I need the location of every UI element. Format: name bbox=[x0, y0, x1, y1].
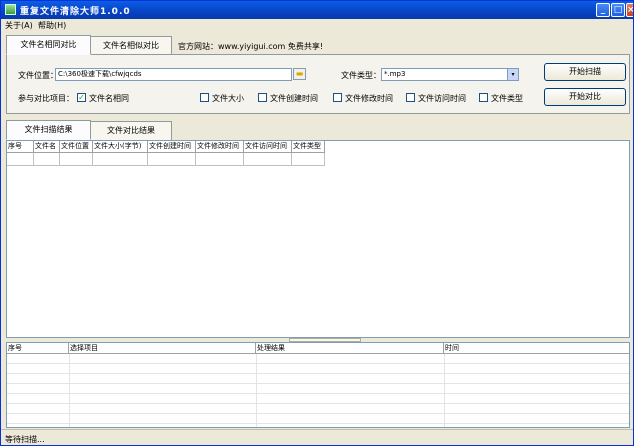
status-bar: 等待扫描... bbox=[1, 429, 633, 445]
column-header-size[interactable]: 文件大小(字节) bbox=[93, 141, 148, 153]
criteria-checkbox-same-name[interactable]: ✓ bbox=[77, 93, 86, 102]
log-column-header-index[interactable]: 序号 bbox=[7, 343, 69, 354]
column-header-modified[interactable]: 文件修改时间 bbox=[196, 141, 244, 153]
folder-icon: ▬ bbox=[295, 69, 304, 78]
website-label: 官方网站：www.yiyigui.com 免费共享! bbox=[178, 42, 324, 51]
criteria-checkbox-type[interactable] bbox=[479, 93, 488, 102]
criteria-label-accessed: 文件访问时间 bbox=[418, 94, 466, 103]
column-header-name[interactable]: 文件名 bbox=[34, 141, 60, 153]
log-column-header-item[interactable]: 选择项目 bbox=[69, 343, 256, 354]
title-bar[interactable]: 重复文件清除大师1.0.0 _ □ × bbox=[1, 1, 633, 19]
tab-scan-results[interactable]: 文件扫描结果 bbox=[6, 120, 91, 140]
menu-bar: 关于(A) 帮助(H) bbox=[1, 19, 633, 31]
tab-same-name-compare[interactable]: 文件名相同对比 bbox=[6, 35, 91, 55]
log-row[interactable] bbox=[7, 404, 629, 414]
column-header-created[interactable]: 文件创建时间 bbox=[148, 141, 196, 153]
log-row[interactable] bbox=[7, 394, 629, 404]
minimize-button[interactable]: _ bbox=[596, 3, 610, 17]
file-location-label: 文件位置： bbox=[18, 71, 58, 80]
status-text: 等待扫描... bbox=[5, 435, 45, 444]
file-type-value: *.mp3 bbox=[384, 70, 406, 78]
table-cell[interactable] bbox=[60, 153, 93, 166]
table-cell[interactable] bbox=[244, 153, 292, 166]
criteria-label-type: 文件类型 bbox=[491, 94, 523, 103]
column-header-type[interactable]: 文件类型 bbox=[292, 141, 325, 153]
chevron-down-icon[interactable]: ▾ bbox=[507, 69, 518, 80]
log-column-header-time[interactable]: 时间 bbox=[444, 343, 629, 354]
log-table[interactable]: 序号 选择项目 处理结果 时间 bbox=[6, 342, 630, 428]
start-scan-button[interactable]: 开始扫描 bbox=[544, 63, 626, 81]
close-button[interactable]: × bbox=[626, 3, 633, 17]
log-row[interactable] bbox=[7, 374, 629, 384]
criteria-checkbox-created[interactable] bbox=[258, 93, 267, 102]
file-type-label: 文件类型： bbox=[341, 71, 381, 80]
criteria-label: 参与对比项目： bbox=[18, 94, 74, 103]
log-row[interactable] bbox=[7, 364, 629, 374]
criteria-label-size: 文件大小 bbox=[212, 94, 244, 103]
criteria-label-modified: 文件修改时间 bbox=[345, 94, 393, 103]
table-cell[interactable] bbox=[7, 153, 34, 166]
app-window: 重复文件清除大师1.0.0 _ □ × 关于(A) 帮助(H) 文件名相同对比 … bbox=[0, 0, 634, 446]
browse-folder-button[interactable]: ▬ bbox=[293, 68, 306, 80]
table-cell[interactable] bbox=[93, 153, 148, 166]
settings-panel: 文件位置： C:\360极速下载\cfwjqcds ▬ 文件类型： *.mp3 … bbox=[6, 54, 630, 114]
maximize-button[interactable]: □ bbox=[611, 3, 625, 17]
table-cell[interactable] bbox=[148, 153, 196, 166]
criteria-label-same-name: 文件名相同 bbox=[89, 94, 129, 103]
criteria-label-created: 文件创建时间 bbox=[270, 94, 318, 103]
window-title: 重复文件清除大师1.0.0 bbox=[20, 7, 131, 17]
tab-compare-results[interactable]: 文件对比结果 bbox=[90, 121, 172, 141]
start-compare-button[interactable]: 开始对比 bbox=[544, 88, 626, 106]
scan-results-table[interactable]: 序号 文件名 文件位置 文件大小(字节) 文件创建时间 文件修改时间 文件访问时… bbox=[6, 140, 630, 338]
criteria-checkbox-modified[interactable] bbox=[333, 93, 342, 102]
criteria-checkbox-accessed[interactable] bbox=[406, 93, 415, 102]
column-header-location[interactable]: 文件位置 bbox=[60, 141, 93, 153]
menu-about[interactable]: 关于(A) bbox=[5, 20, 33, 31]
criteria-checkbox-size[interactable] bbox=[200, 93, 209, 102]
log-row[interactable] bbox=[7, 354, 629, 364]
menu-help[interactable]: 帮助(H) bbox=[38, 20, 66, 31]
tab-similar-name-compare[interactable]: 文件名相似对比 bbox=[90, 36, 172, 56]
table-cell[interactable] bbox=[196, 153, 244, 166]
log-row[interactable] bbox=[7, 384, 629, 394]
column-header-accessed[interactable]: 文件访问时间 bbox=[244, 141, 292, 153]
log-row[interactable] bbox=[7, 414, 629, 424]
column-header-index[interactable]: 序号 bbox=[7, 141, 34, 153]
file-type-combo[interactable]: *.mp3 ▾ bbox=[381, 68, 519, 81]
table-cell[interactable] bbox=[34, 153, 60, 166]
log-column-header-result[interactable]: 处理结果 bbox=[256, 343, 444, 354]
file-location-input[interactable]: C:\360极速下载\cfwjqcds bbox=[55, 68, 292, 81]
app-icon bbox=[5, 4, 16, 15]
table-cell[interactable] bbox=[292, 153, 325, 166]
